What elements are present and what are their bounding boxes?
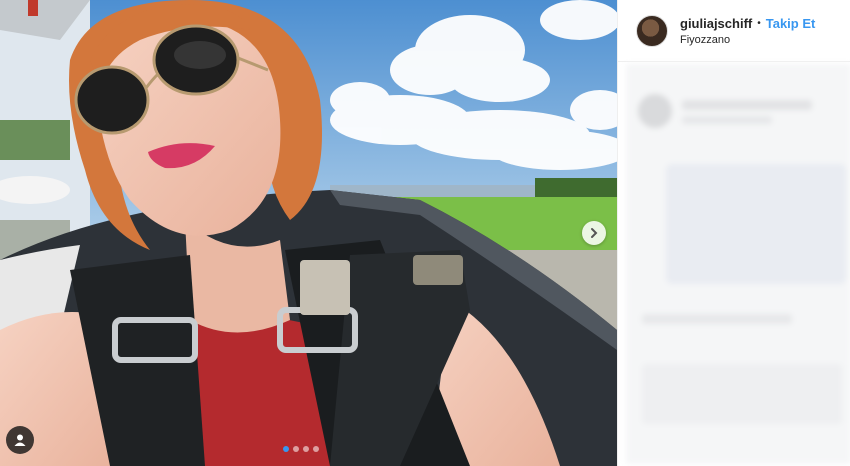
blurred-text-line bbox=[682, 100, 812, 110]
carousel-dot bbox=[293, 446, 299, 452]
separator-dot: • bbox=[757, 17, 761, 29]
next-slide-button[interactable] bbox=[582, 221, 606, 245]
location-link[interactable]: Fiyozzano bbox=[680, 34, 815, 46]
post-header: giuliajschiff • Takip Et Fiyozzano bbox=[618, 0, 850, 62]
header-text: giuliajschiff • Takip Et Fiyozzano bbox=[680, 16, 815, 46]
post-side-panel: giuliajschiff • Takip Et Fiyozzano bbox=[617, 0, 850, 466]
user-tag-button[interactable] bbox=[6, 426, 34, 454]
blurred-text-line bbox=[682, 116, 772, 124]
carousel-dot bbox=[313, 446, 319, 452]
instagram-post: giuliajschiff • Takip Et Fiyozzano bbox=[0, 0, 850, 466]
blurred-block bbox=[666, 164, 846, 284]
selfie-in-glider-image bbox=[0, 0, 617, 466]
follow-button[interactable]: Takip Et bbox=[766, 16, 816, 31]
carousel-indicator bbox=[283, 446, 319, 452]
user-tag-icon bbox=[14, 434, 26, 446]
blurred-text-line bbox=[642, 314, 792, 324]
header-row: giuliajschiff • Takip Et bbox=[680, 16, 815, 31]
avatar[interactable] bbox=[636, 14, 668, 47]
carousel-dot bbox=[283, 446, 289, 452]
blurred-comments-area bbox=[626, 64, 850, 464]
username-link[interactable]: giuliajschiff bbox=[680, 16, 752, 31]
carousel-dot bbox=[303, 446, 309, 452]
chevron-right-icon bbox=[591, 228, 598, 238]
blurred-block bbox=[642, 364, 842, 424]
post-photo[interactable] bbox=[0, 0, 617, 466]
blurred-avatar bbox=[638, 94, 672, 128]
